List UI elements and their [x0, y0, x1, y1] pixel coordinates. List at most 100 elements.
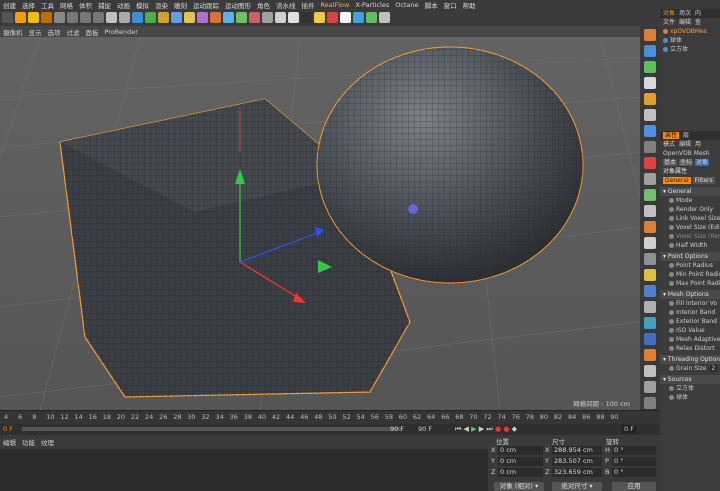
side-tool-icon[interactable] [644, 45, 656, 57]
group-header[interactable]: ▾ General [660, 187, 720, 196]
cube-icon[interactable] [132, 12, 143, 23]
apply-button[interactable]: 应用 [612, 482, 656, 491]
general-tab[interactable]: General [663, 177, 691, 184]
prev-frame-icon[interactable]: ◀ [464, 425, 469, 433]
viewport-menu-item[interactable]: 过滤 [67, 27, 80, 37]
bend-icon[interactable] [184, 12, 195, 23]
group-header[interactable]: ▾ Point Options [660, 252, 720, 261]
start-frame-field[interactable]: 0 F [3, 425, 13, 433]
attribute-row[interactable]: Voxel Size (Render) [660, 232, 720, 241]
object-menu-item[interactable]: 编辑 [679, 19, 691, 26]
side-tool-icon[interactable] [644, 125, 656, 137]
attribute-row[interactable]: Mesh Adaptive [660, 335, 720, 344]
rotate-icon[interactable] [41, 12, 52, 23]
attribute-row[interactable]: Voxel Size (Edit) [660, 223, 720, 232]
side-tool-icon[interactable] [644, 397, 656, 409]
rotation-field[interactable]: 0 ° [612, 446, 656, 455]
attribute-row[interactable]: ISO Value [660, 326, 720, 335]
attribute-row[interactable]: Relax Distort [660, 344, 720, 353]
plugin-icon[interactable] [236, 12, 247, 23]
y-axis-icon[interactable] [67, 12, 78, 23]
attribute-row[interactable]: Point Radius [660, 261, 720, 270]
side-tool-icon[interactable] [644, 141, 656, 153]
z-axis-icon[interactable] [80, 12, 91, 23]
side-tool-icon[interactable] [644, 29, 656, 41]
attribute-sub-tab[interactable]: 对象 [695, 159, 710, 166]
autokey-icon[interactable]: ● [503, 425, 509, 433]
attribute-tab[interactable]: 层 [683, 132, 689, 139]
attribute-row[interactable]: Half Width [660, 241, 720, 250]
subdivide-icon[interactable] [158, 12, 169, 23]
side-tool-icon[interactable] [644, 349, 656, 361]
material-menu-item[interactable]: 功能 [22, 437, 35, 447]
viewport-menu-item[interactable]: 选项 [48, 27, 61, 37]
object-list-item[interactable]: 球体 [660, 36, 720, 45]
to-start-icon[interactable]: ⏮ [455, 425, 461, 433]
camera-icon[interactable] [210, 12, 221, 23]
side-tool-icon[interactable] [644, 109, 656, 121]
side-tool-icon[interactable] [644, 93, 656, 105]
undo-icon[interactable] [2, 12, 13, 23]
rotation-field[interactable]: 0 ° [612, 468, 656, 477]
attribute-row[interactable]: 立方体 [660, 384, 720, 393]
object-manager-tab[interactable]: 内 [695, 10, 701, 17]
side-tool-icon[interactable] [644, 285, 656, 297]
scale-icon[interactable] [28, 12, 39, 23]
floor-icon[interactable] [340, 12, 351, 23]
menu-item[interactable]: Octane [395, 1, 418, 9]
x-axis-icon[interactable] [54, 12, 65, 23]
attribute-row[interactable]: Interior Band [660, 308, 720, 317]
3d-viewport[interactable]: 网格间距 : 100 cm [0, 37, 640, 410]
group-header[interactable]: ▾ Sources [660, 375, 720, 384]
light-icon[interactable] [223, 12, 234, 23]
group-header[interactable]: ▾ Mesh Options [660, 290, 720, 299]
rotation-field[interactable]: 0 ° [612, 457, 656, 466]
side-tool-icon[interactable] [644, 381, 656, 393]
object-list-item[interactable]: 立方体 [660, 45, 720, 54]
attribute-row[interactable]: Grain Size 2 [660, 364, 720, 373]
next-frame-icon[interactable]: ▶ [479, 425, 484, 433]
attribute-tab[interactable]: 属性 [663, 132, 680, 139]
position-field[interactable]: 0 cm [498, 468, 543, 477]
attribute-menu-item[interactable]: 编辑 [679, 141, 691, 148]
group-header[interactable]: ▾ Threading Options [660, 355, 720, 364]
attribute-row[interactable]: Fill Interior Vo [660, 299, 720, 308]
material-menu-item[interactable]: 编辑 [3, 437, 16, 447]
attribute-row[interactable]: Render Only [660, 205, 720, 214]
attribute-menu-item[interactable]: 模式 [663, 141, 675, 148]
attribute-row[interactable]: Max Point Radius [660, 279, 720, 288]
object-manager-tab[interactable]: 场次 [679, 10, 691, 17]
coordinate-mode-dropdown[interactable]: 对象 (相对) ▾ [494, 482, 544, 491]
move-icon[interactable] [15, 12, 26, 23]
attribute-row[interactable]: 球体 [660, 393, 720, 402]
material-manager[interactable] [0, 449, 488, 491]
size-mode-dropdown[interactable]: 绝对尺寸 ▾ [552, 482, 602, 491]
size-field[interactable]: 288.954 cm [552, 446, 602, 455]
render-view-icon[interactable] [106, 12, 117, 23]
scene-icon[interactable] [197, 12, 208, 23]
settings-icon[interactable] [379, 12, 390, 23]
attribute-sub-tab[interactable]: 坐标 [679, 159, 694, 166]
to-end-icon[interactable]: ⏭ [486, 425, 492, 433]
side-tool-icon[interactable] [644, 333, 656, 345]
frame-range-slider[interactable] [22, 427, 402, 431]
material-icon[interactable] [314, 12, 325, 23]
side-tool-icon[interactable] [644, 317, 656, 329]
side-tool-icon[interactable] [644, 253, 656, 265]
object-list-item[interactable]: xpOVDBMes [660, 27, 720, 36]
attribute-sub-tab[interactable]: 基本 [663, 159, 678, 166]
attribute-row[interactable]: Link Voxel Size [660, 214, 720, 223]
viewport-menu-item[interactable]: 显示 [29, 27, 42, 37]
tag-icon[interactable] [327, 12, 338, 23]
octane-live-icon[interactable] [288, 12, 299, 23]
play-icon[interactable]: ▶ [471, 425, 476, 433]
menu-item[interactable]: X-Particles [355, 1, 389, 9]
array-icon[interactable] [171, 12, 182, 23]
side-tool-icon[interactable] [644, 301, 656, 313]
side-tool-icon[interactable] [644, 61, 656, 73]
xp-icon[interactable] [262, 12, 273, 23]
end-frame-field-2[interactable]: 90 F [418, 425, 432, 433]
side-tool-icon[interactable] [644, 237, 656, 249]
side-tool-icon[interactable] [644, 365, 656, 377]
keyframe-icon[interactable]: ◆ [512, 425, 517, 433]
